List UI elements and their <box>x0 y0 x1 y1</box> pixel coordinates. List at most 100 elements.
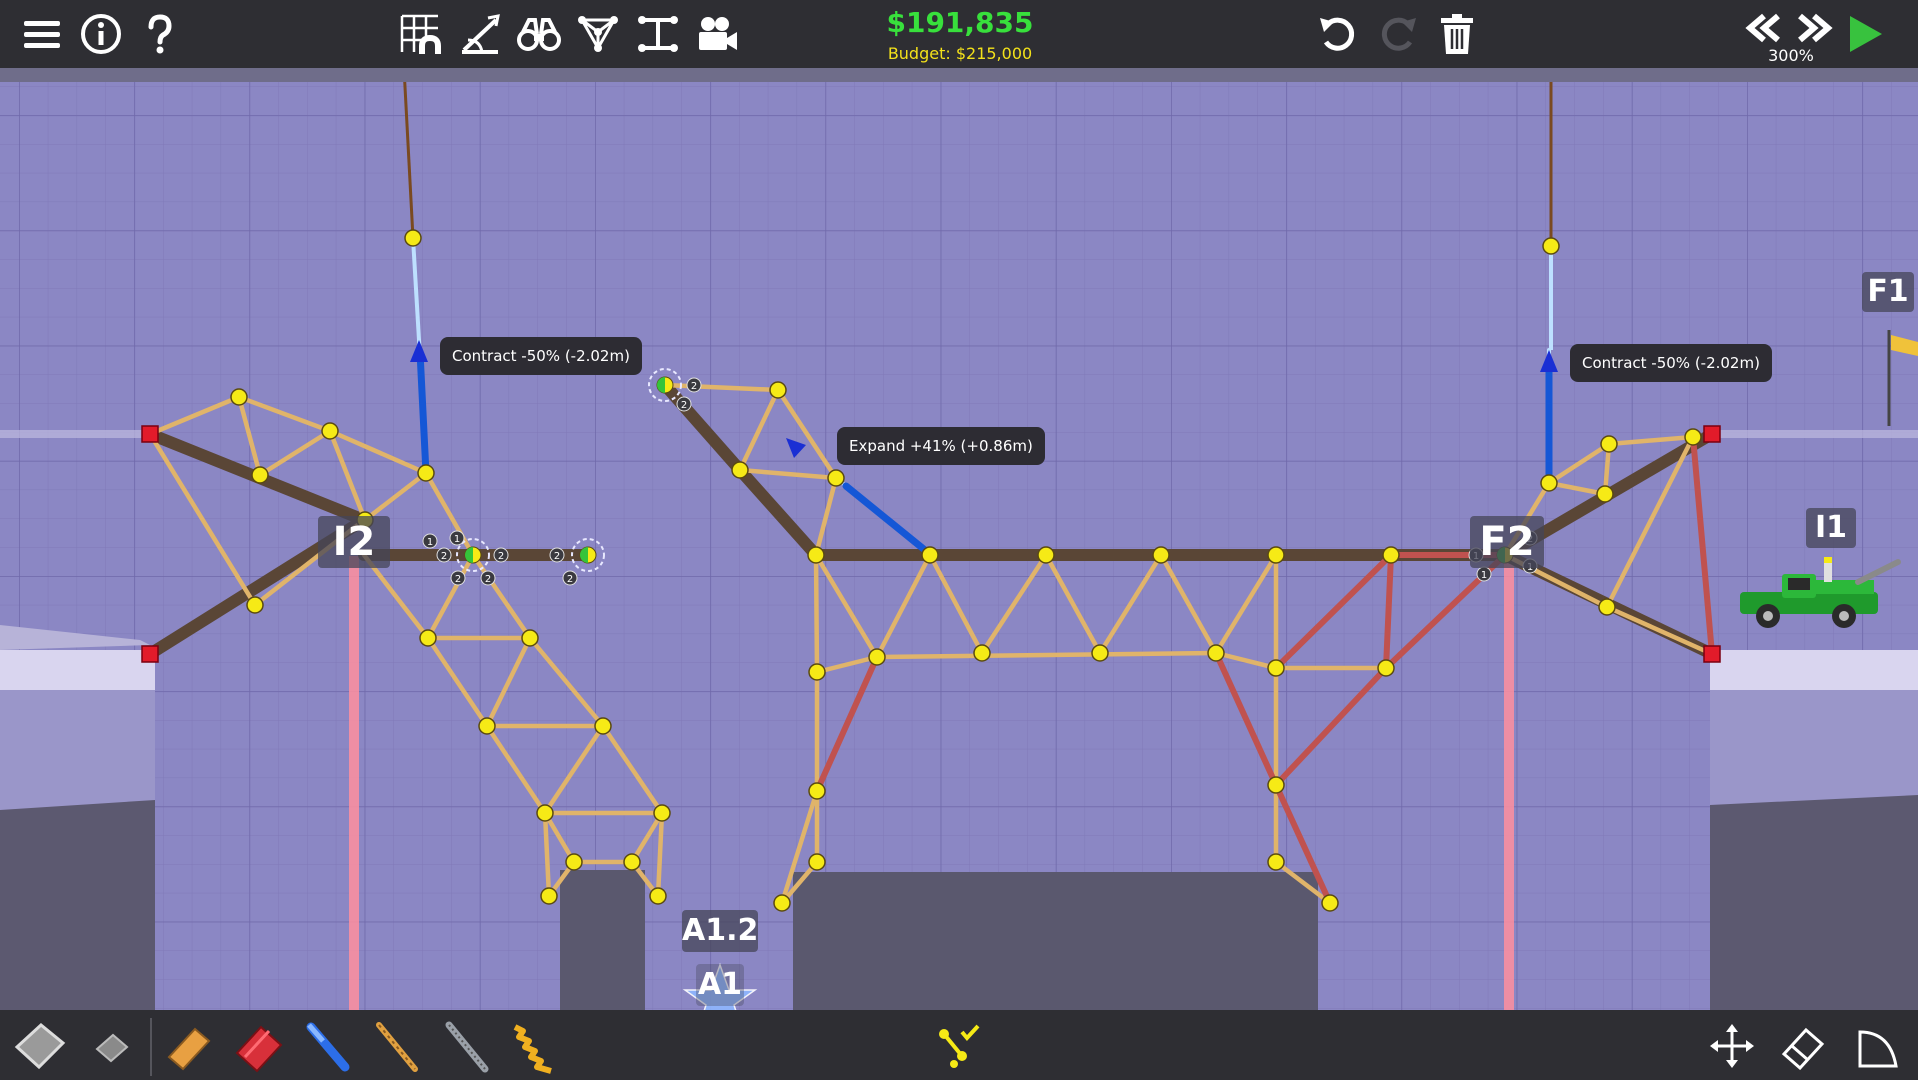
joint[interactable] <box>1382 546 1400 564</box>
redo-button[interactable] <box>1370 6 1426 62</box>
pan-button[interactable] <box>1704 1016 1760 1076</box>
hydraulic-tooltip-middle: Expand +41% (+0.86m) <box>837 427 1045 465</box>
grid-snap-button[interactable] <box>392 6 448 62</box>
joint[interactable] <box>868 648 886 666</box>
joint-badge-number: 2 <box>554 551 560 562</box>
trash-icon <box>1441 14 1473 54</box>
hydraulics-material-button[interactable] <box>298 1016 358 1076</box>
reinforced-road-material-button[interactable] <box>80 1016 140 1076</box>
hydraulic-tooltip-right: Contract -50% (-2.02m) <box>1570 344 1772 382</box>
joint[interactable] <box>773 894 791 912</box>
top-toolbar-shadow <box>0 68 1918 82</box>
curve-icon <box>1858 1030 1898 1068</box>
joint-badge-number: 2 <box>691 381 697 392</box>
rope-icon <box>376 1022 418 1072</box>
hydraulic-check-button[interactable] <box>930 1016 986 1076</box>
joint[interactable] <box>565 853 583 871</box>
joint[interactable] <box>1091 644 1109 662</box>
menu-button[interactable] <box>14 6 70 62</box>
checkpoint-label-f2: F2 <box>1470 516 1544 568</box>
road-icon <box>14 1023 66 1070</box>
joint[interactable] <box>321 422 339 440</box>
joint[interactable] <box>808 782 826 800</box>
eraser-icon <box>1781 1027 1825 1070</box>
joint[interactable] <box>1037 546 1055 564</box>
joint[interactable] <box>404 229 422 247</box>
hydraulic-check-icon <box>939 1024 980 1068</box>
joint[interactable] <box>536 804 554 822</box>
joint[interactable] <box>1267 853 1285 871</box>
joint[interactable] <box>1596 485 1614 503</box>
joint-badge: 2 <box>686 377 702 393</box>
joint-badge-number: 1 <box>427 537 433 548</box>
joint[interactable] <box>827 469 845 487</box>
joint[interactable] <box>1321 894 1339 912</box>
joint-badge-number: 1 <box>454 534 460 545</box>
joint[interactable] <box>540 887 558 905</box>
play-button[interactable] <box>1836 6 1892 62</box>
joint[interactable] <box>1684 428 1702 446</box>
rope-material-button[interactable] <box>366 1016 426 1076</box>
cable-icon <box>445 1021 489 1073</box>
joint[interactable] <box>417 464 435 482</box>
joint[interactable] <box>230 388 248 406</box>
help-icon <box>148 14 172 54</box>
joint[interactable] <box>649 887 667 905</box>
budget-display: Budget: $215,000 <box>887 44 1033 63</box>
camera-button[interactable] <box>689 6 745 62</box>
info-button[interactable] <box>73 6 129 62</box>
split-joint-button[interactable] <box>630 6 686 62</box>
joint[interactable] <box>623 853 641 871</box>
joint[interactable] <box>251 466 269 484</box>
joint[interactable] <box>594 717 612 735</box>
camera-icon <box>699 17 737 50</box>
simulation-speed: 300% <box>1768 46 1814 65</box>
toolbar-divider <box>150 1018 152 1076</box>
help-button[interactable] <box>132 6 188 62</box>
joint[interactable] <box>478 717 496 735</box>
joint[interactable] <box>653 804 671 822</box>
joint-badge-number: 1 <box>1481 570 1487 581</box>
stress-view-button[interactable] <box>452 6 508 62</box>
joint[interactable] <box>808 663 826 681</box>
joint[interactable] <box>807 546 825 564</box>
spring-material-button[interactable] <box>504 1016 564 1076</box>
trash-button[interactable] <box>1429 6 1485 62</box>
joint-badge: 2 <box>480 570 496 586</box>
joint[interactable] <box>521 629 539 647</box>
money-display: $191,835 <box>886 6 1034 39</box>
joint[interactable] <box>419 629 437 647</box>
redo-icon <box>1381 17 1416 51</box>
eraser-button[interactable] <box>1774 1016 1830 1076</box>
joint[interactable] <box>769 381 787 399</box>
joint[interactable] <box>1600 435 1618 453</box>
undo-button[interactable] <box>1310 6 1366 62</box>
joint[interactable] <box>921 546 939 564</box>
binoculars-button[interactable] <box>511 6 567 62</box>
joint[interactable] <box>1377 659 1395 677</box>
cable-material-button[interactable] <box>436 1016 496 1076</box>
joint[interactable] <box>1207 644 1225 662</box>
joint[interactable] <box>808 853 826 871</box>
joint[interactable] <box>1267 546 1285 564</box>
joint[interactable] <box>1152 546 1170 564</box>
wood-material-button[interactable] <box>158 1016 218 1076</box>
joint[interactable] <box>1542 237 1560 255</box>
joint[interactable] <box>1267 776 1285 794</box>
checkpoint-label-a1: A1 <box>696 964 744 1006</box>
joint-badge: 2 <box>450 570 466 586</box>
joint[interactable] <box>1598 598 1616 616</box>
curve-button[interactable] <box>1850 1016 1906 1076</box>
joint[interactable] <box>246 596 264 614</box>
joint[interactable] <box>1267 659 1285 677</box>
bridge-scene: 12122222221121 <box>0 0 1918 1080</box>
hydraulic-phases-button[interactable] <box>570 6 626 62</box>
joint[interactable] <box>731 461 749 479</box>
steel-material-button[interactable] <box>228 1016 288 1076</box>
joint-badge: 2 <box>676 396 692 412</box>
joint[interactable] <box>1540 474 1558 492</box>
road-material-button[interactable] <box>10 1016 70 1076</box>
joint-badge-number: 2 <box>455 574 461 585</box>
joint-badge-number: 2 <box>567 574 573 585</box>
joint[interactable] <box>973 644 991 662</box>
